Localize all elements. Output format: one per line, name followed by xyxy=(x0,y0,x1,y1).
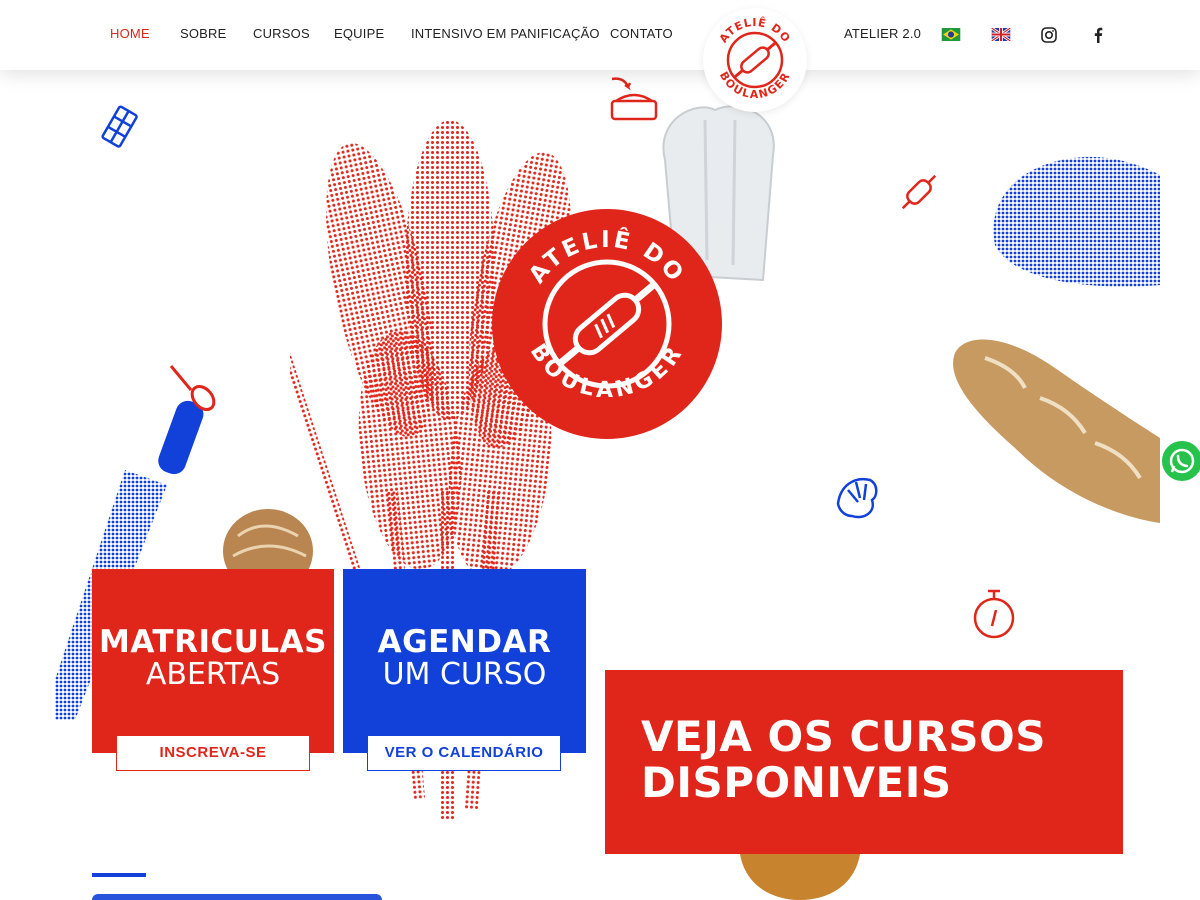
nav-home[interactable]: HOME xyxy=(110,26,150,41)
cta-line-1: VEJA OS CURSOS xyxy=(641,712,1046,761)
agendar-card[interactable]: AGENDAR UM CURSO xyxy=(343,569,586,753)
bread-slice-illustration xyxy=(993,156,1160,287)
whatsapp-icon xyxy=(1169,448,1195,474)
chocolate-bar-icon xyxy=(101,105,138,148)
logo-mark-large: ATELIÊ DO BOULANGER xyxy=(492,209,722,439)
flag-uk-icon[interactable] xyxy=(991,28,1011,41)
rolling-pin-icon xyxy=(901,174,937,210)
facebook-icon[interactable] xyxy=(1093,27,1103,43)
baguette-illustration xyxy=(953,339,1160,523)
veja-cursos-cta[interactable]: VEJA OS CURSOS DISPONIVEIS xyxy=(605,670,1123,854)
section-accent-line xyxy=(92,873,146,877)
flag-brazil-icon[interactable] xyxy=(941,28,961,41)
baking-dish-icon xyxy=(610,77,658,121)
logo-mark-small: ATELIÊ DO BOULANGER xyxy=(717,16,793,101)
inscreva-se-button[interactable]: INSCREVA-SE xyxy=(116,735,310,771)
nav-contato[interactable]: CONTATO xyxy=(610,26,673,41)
whatsapp-button[interactable] xyxy=(1160,439,1200,483)
agendar-subtitle: UM CURSO xyxy=(382,657,547,692)
nav-atelier-2[interactable]: ATELIER 2.0 xyxy=(844,26,921,41)
timer-icon xyxy=(973,589,1015,639)
agendar-title: AGENDAR xyxy=(377,624,552,660)
ver-calendario-button[interactable]: VER O CALENDÁRIO xyxy=(367,735,561,771)
section-heading-cut xyxy=(92,894,382,900)
instagram-icon[interactable] xyxy=(1041,27,1057,43)
croissant-illustration xyxy=(740,854,860,900)
nav-logo[interactable]: ATELIÊ DO BOULANGER xyxy=(703,8,807,112)
bread-loaf-illustration xyxy=(223,509,313,576)
matriculas-title: MATRICULAS xyxy=(99,624,327,660)
nav-cursos[interactable]: CURSOS xyxy=(253,26,310,41)
nav-intensivo[interactable]: INTENSIVO EM PANIFICAÇÃO xyxy=(411,26,600,41)
whisk-icon xyxy=(169,365,216,412)
matriculas-subtitle: ABERTAS xyxy=(145,657,281,692)
hero-section: ATELIÊ DO BOULANGER MATRICULAS ABERTAS I… xyxy=(0,70,1200,900)
croissant-icon xyxy=(836,477,878,519)
cta-line-2: DISPONIVEIS xyxy=(641,758,952,807)
svg-text:ATELIÊ DO: ATELIÊ DO xyxy=(717,16,793,45)
nav-equipe[interactable]: EQUIPE xyxy=(334,26,384,41)
matriculas-card[interactable]: MATRICULAS ABERTAS xyxy=(92,569,334,753)
svg-text:BOULANGER: BOULANGER xyxy=(717,69,793,101)
nav-sobre[interactable]: SOBRE xyxy=(180,26,227,41)
top-navigation: HOME SOBRE CURSOS EQUIPE INTENSIVO EM PA… xyxy=(0,0,1200,70)
